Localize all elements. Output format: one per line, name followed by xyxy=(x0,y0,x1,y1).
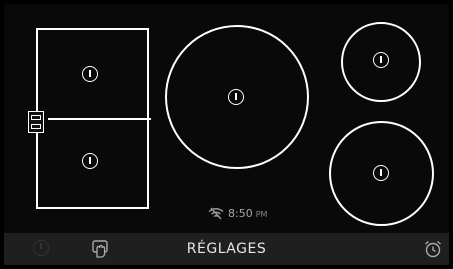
power-icon[interactable] xyxy=(373,52,389,68)
power-icon[interactable] xyxy=(373,165,389,181)
power-icon[interactable] xyxy=(82,66,98,82)
settings-button[interactable]: RÉGLAGES xyxy=(4,241,449,257)
status-bar: 8:50 PM xyxy=(208,207,267,220)
wifi-off-icon xyxy=(208,207,224,220)
alarm-clock-icon[interactable] xyxy=(423,239,443,259)
clock-time: 8:50 PM xyxy=(228,207,268,220)
cooktop-screen: 8:50 PM RÉGLAGES xyxy=(4,4,449,265)
bottom-bar: RÉGLAGES xyxy=(4,233,449,265)
bridge-zone-icon[interactable] xyxy=(28,111,44,133)
power-icon[interactable] xyxy=(82,153,98,169)
power-icon[interactable] xyxy=(228,89,244,105)
flex-zone-divider xyxy=(48,118,151,120)
